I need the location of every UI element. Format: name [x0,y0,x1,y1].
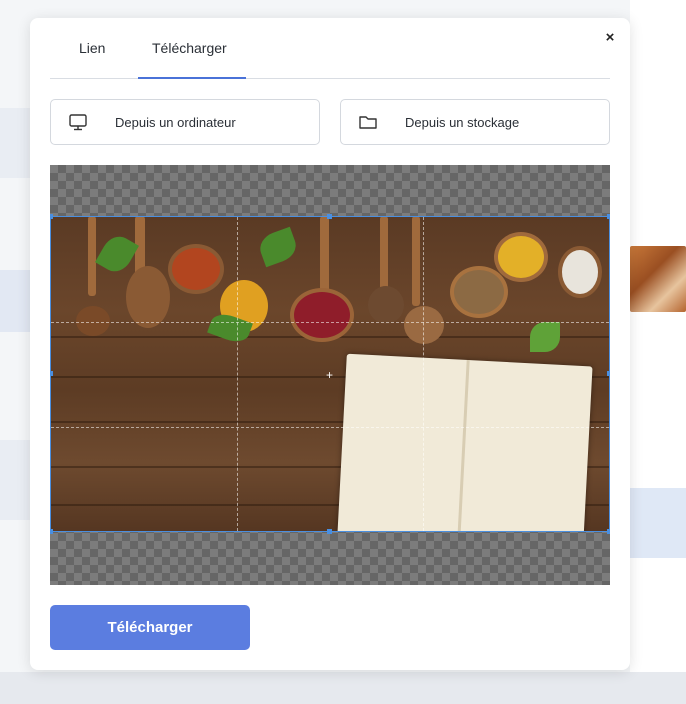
crop-grid-line [237,217,238,531]
crop-frame[interactable]: + [50,216,610,532]
crop-grid-line [51,427,609,428]
crop-grid-line [423,217,424,531]
crop-handle-top-right[interactable] [607,214,610,219]
background-panel [630,0,686,704]
crop-handle-right[interactable] [607,371,610,376]
from-computer-button[interactable]: Depuis un ordinateur [50,99,320,145]
from-computer-label: Depuis un ordinateur [115,115,236,130]
crop-handle-bottom-right[interactable] [607,529,610,534]
crop-center-marker: + [326,368,334,382]
from-storage-label: Depuis un stockage [405,115,520,130]
monitor-icon [68,113,88,131]
upload-submit-button[interactable]: Télécharger [50,605,250,650]
from-storage-button[interactable]: Depuis un stockage [340,99,610,145]
crop-handle-top[interactable] [327,214,332,219]
upload-modal: × Lien Télécharger Depuis un ordinateur … [30,18,630,670]
crop-handle-left[interactable] [50,371,53,376]
crop-handle-bottom-left[interactable] [50,529,53,534]
background-footer [0,672,686,704]
folder-icon [358,113,378,131]
tab-upload[interactable]: Télécharger [152,40,227,56]
tab-bar: Lien Télécharger [50,18,610,79]
crop-handle-bottom[interactable] [327,529,332,534]
crop-grid-line [51,322,609,323]
background-highlight [630,488,686,558]
tab-link[interactable]: Lien [79,40,105,56]
background-thumbnail [630,246,686,312]
crop-handle-top-left[interactable] [50,214,53,219]
active-tab-indicator [138,77,246,79]
image-crop-area[interactable]: + [50,165,610,585]
